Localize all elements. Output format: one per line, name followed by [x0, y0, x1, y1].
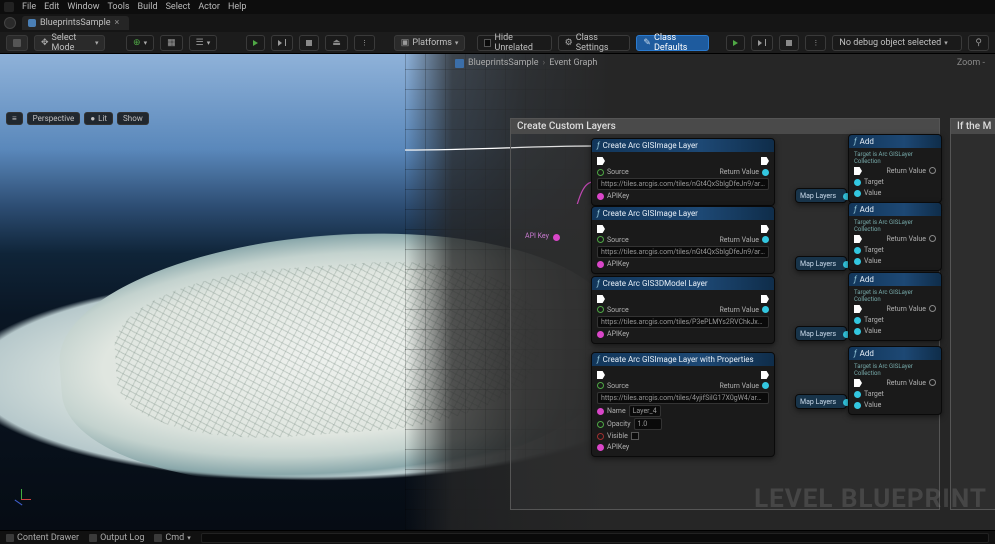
- lit-button[interactable]: ● Lit: [84, 112, 113, 125]
- node-title: Create Arc GISImage Layer with Propertie…: [603, 355, 754, 364]
- node-create-3dmodel-layer[interactable]: Create Arc GIS3DModel Layer Source Retur…: [591, 276, 775, 344]
- comment-if-map[interactable]: If the M: [950, 118, 995, 510]
- chevron-down-icon: ▾: [95, 39, 99, 47]
- source-input[interactable]: https://tiles.arcgis.com/tiles/nGt4QxSbl…: [597, 178, 769, 190]
- bp-stop-button[interactable]: [779, 35, 799, 51]
- skip-button[interactable]: [271, 35, 293, 51]
- node-create-image-layer-props[interactable]: Create Arc GISImage Layer with Propertie…: [591, 352, 775, 457]
- breadcrumb-graph[interactable]: Event Graph: [549, 58, 597, 68]
- node-add-3[interactable]: Add Target is Arc GISLayer Collection Re…: [848, 272, 942, 341]
- breadcrumb[interactable]: BlueprintsSample › Event Graph: [455, 58, 597, 68]
- menu-bar: File Edit Window Tools Build Select Acto…: [0, 0, 995, 14]
- function-icon: [597, 141, 600, 150]
- node-title: Create Arc GISImage Layer: [603, 141, 698, 150]
- menu-tools[interactable]: Tools: [108, 2, 130, 12]
- debug-label: No debug object selected: [839, 38, 941, 48]
- stop-button[interactable]: [299, 35, 319, 51]
- platforms-label: Platforms: [412, 38, 452, 48]
- exec-out-pin[interactable]: [761, 157, 769, 165]
- blueprint-graph[interactable]: BlueprintsSample › Event Graph Zoom - Cr…: [405, 54, 995, 530]
- exec-in-pin[interactable]: [597, 157, 605, 165]
- show-button[interactable]: Show: [117, 112, 149, 125]
- class-defaults-button[interactable]: ✎ Class Defaults: [636, 35, 709, 51]
- save-icon: [13, 39, 21, 47]
- var-map-layers-1[interactable]: Map Layers: [795, 188, 847, 203]
- tab-map[interactable]: BlueprintsSample ×: [22, 16, 129, 30]
- toolbar: ✥ Select Mode ▾ ⊕▾ ▦ ☰▾ ⏏ ⋮ ▣ Platforms …: [0, 32, 995, 54]
- cmd-input[interactable]: [201, 533, 989, 543]
- eject-button[interactable]: ⏏: [325, 35, 348, 51]
- var-map-layers-2[interactable]: Map Layers: [795, 256, 847, 271]
- drawer-icon: [6, 534, 14, 542]
- checkbox-icon: [484, 39, 491, 47]
- menu-actor[interactable]: Actor: [198, 2, 220, 12]
- menu-build[interactable]: Build: [138, 2, 158, 12]
- zoom-indicator: Zoom -: [957, 58, 985, 68]
- bp-skip-button[interactable]: [751, 35, 773, 51]
- node-create-image-layer-1[interactable]: Create Arc GISImage Layer Source Return …: [591, 138, 775, 206]
- defaults-label: Class Defaults: [654, 33, 702, 53]
- save-button[interactable]: [6, 35, 28, 51]
- viewport-menu[interactable]: ≡: [6, 112, 23, 125]
- bottom-bar: Content Drawer Output Log Cmd▾: [0, 530, 995, 544]
- ue-logo-icon: [4, 2, 14, 12]
- marketplace-button[interactable]: ▦: [160, 35, 183, 51]
- play-button[interactable]: [246, 35, 265, 51]
- cmd-selector[interactable]: Cmd▾: [154, 533, 190, 543]
- node-add-1[interactable]: Add Target is Arc GISLayer Collection Re…: [848, 134, 942, 203]
- select-mode-label: Select Mode: [52, 33, 92, 53]
- map-tab-icon: [28, 19, 36, 27]
- comment-title: Create Custom Layers: [511, 119, 939, 134]
- bp-play-button[interactable]: [726, 35, 745, 51]
- source-pin[interactable]: [597, 169, 604, 176]
- menu-help[interactable]: Help: [228, 2, 246, 12]
- close-icon[interactable]: ×: [115, 18, 120, 28]
- menu-edit[interactable]: Edit: [44, 2, 59, 12]
- settings-label: Class Settings: [576, 33, 624, 53]
- return-pin[interactable]: [762, 169, 769, 176]
- comment-title: If the M: [951, 119, 995, 134]
- graph-watermark: LEVEL BLUEPRINT: [754, 484, 987, 514]
- blueprint-icon: [455, 59, 464, 68]
- menu-file[interactable]: File: [22, 2, 36, 12]
- play-options[interactable]: ⋮: [354, 35, 375, 51]
- log-icon: [89, 534, 97, 542]
- find-button[interactable]: ⚲: [968, 35, 989, 51]
- node-add-2[interactable]: Add Target is Arc GISLayer Collection Re…: [848, 202, 942, 271]
- hide-label: Hide Unrelated: [494, 33, 544, 53]
- opacity-input[interactable]: 1.0: [634, 418, 662, 430]
- content-drawer-button[interactable]: Content Drawer: [6, 533, 79, 543]
- var-map-layers-4[interactable]: Map Layers: [795, 394, 847, 409]
- tab-label: BlueprintsSample: [40, 18, 111, 28]
- sequencer-button[interactable]: ☰▾: [189, 35, 218, 51]
- menu-window[interactable]: Window: [67, 2, 99, 12]
- tab-row: BlueprintsSample ×: [0, 14, 995, 32]
- node-add-4[interactable]: Add Target is Arc GISLayer Collection Re…: [848, 346, 942, 415]
- select-mode-button[interactable]: ✥ Select Mode ▾: [34, 35, 105, 51]
- class-settings-button[interactable]: Class Settings: [558, 35, 631, 51]
- name-input[interactable]: Layer_4: [629, 405, 661, 417]
- debug-object-selector[interactable]: No debug object selected ▾: [832, 35, 962, 51]
- menu-select[interactable]: Select: [166, 2, 191, 12]
- add-button[interactable]: ⊕▾: [126, 35, 154, 51]
- output-log-button[interactable]: Output Log: [89, 533, 144, 543]
- breadcrumb-root[interactable]: BlueprintsSample: [468, 58, 539, 68]
- hide-unrelated-button[interactable]: Hide Unrelated: [477, 35, 551, 51]
- reroute-apikey[interactable]: API Key: [553, 234, 563, 244]
- visible-checkbox[interactable]: [631, 432, 639, 440]
- ue-shield-icon[interactable]: [4, 17, 16, 29]
- platforms-button[interactable]: ▣ Platforms ▾: [394, 35, 466, 51]
- node-title: Create Arc GIS3DModel Layer: [603, 279, 708, 288]
- play-icon: [253, 40, 258, 46]
- apikey-pin[interactable]: [597, 193, 604, 200]
- reroute-label: API Key: [525, 232, 549, 240]
- var-map-layers-3[interactable]: Map Layers: [795, 326, 847, 341]
- perspective-button[interactable]: Perspective: [27, 112, 81, 125]
- bp-options[interactable]: ⋮: [805, 35, 826, 51]
- node-create-image-layer-2[interactable]: Create Arc GISImage Layer Source Return …: [591, 206, 775, 274]
- gear-icon: [565, 38, 573, 48]
- axis-gizmo-icon: [10, 488, 32, 510]
- node-title: Create Arc GISImage Layer: [603, 209, 698, 218]
